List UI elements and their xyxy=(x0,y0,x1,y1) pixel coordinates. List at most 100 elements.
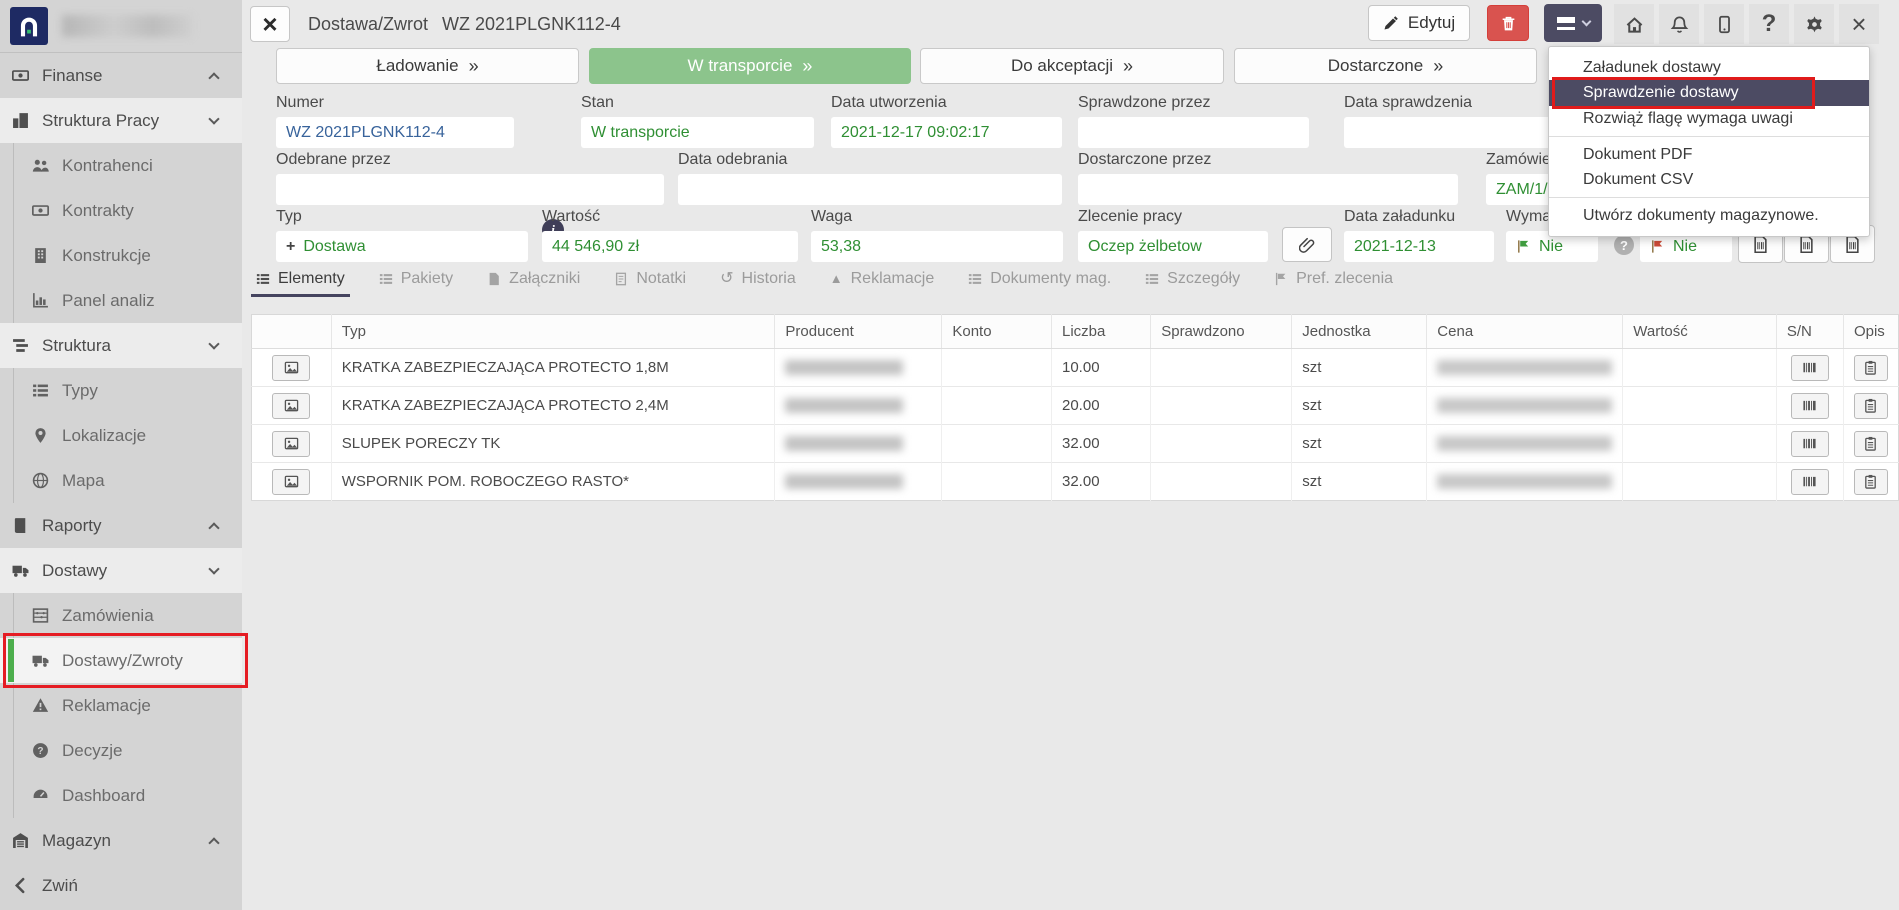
image-button[interactable] xyxy=(272,355,310,381)
menu-item-utworz-dokumenty[interactable]: Utwórz dokumenty magazynowe. xyxy=(1549,203,1869,228)
sidebar-item-zamowienia[interactable]: Zamówienia xyxy=(0,593,242,638)
sidebar-item-struktura[interactable]: Struktura xyxy=(0,323,242,368)
description-button[interactable] xyxy=(1854,355,1888,381)
numer-input[interactable]: WZ 2021PLGNK112-4 xyxy=(276,117,514,148)
tab-historia[interactable]: ↺Historia xyxy=(715,264,801,297)
sidebar-item-label: Dostawy xyxy=(42,561,107,581)
double-arrow-icon: » xyxy=(469,56,479,77)
list-icon xyxy=(32,382,49,399)
tab-elementy[interactable]: Elementy xyxy=(251,264,350,297)
sidebar-item-typy[interactable]: Typy xyxy=(0,368,242,413)
edit-button[interactable]: Edytuj xyxy=(1368,5,1470,41)
sprawdzone-przez-input[interactable] xyxy=(1078,117,1309,148)
field-label: Numer xyxy=(276,94,514,112)
typ-input[interactable]: +Dostawa xyxy=(276,231,528,262)
notifications-button[interactable] xyxy=(1659,4,1699,44)
menu-item-dokument-csv[interactable]: Dokument CSV xyxy=(1549,167,1869,192)
phone-icon xyxy=(1715,15,1734,34)
sidebar-item-label: Struktura Pracy xyxy=(42,111,159,131)
workflow-step-do-akceptacji[interactable]: Do akceptacji» xyxy=(920,48,1224,84)
menu-item-sprawdzenie-dostawy[interactable]: Sprawdzenie dostawy xyxy=(1549,80,1869,106)
data-zaladunku-input[interactable]: 2021-12-13 xyxy=(1344,231,1494,262)
home-button[interactable] xyxy=(1614,4,1654,44)
description-button[interactable] xyxy=(1854,393,1888,419)
sidebar-item-reklamacje[interactable]: Reklamacje xyxy=(0,683,242,728)
window-close-button[interactable]: × xyxy=(1839,4,1879,44)
menu-item-rozwiaz-flage[interactable]: Rozwiąż flagę wymaga uwagi xyxy=(1549,106,1869,131)
table-row[interactable]: SLUPEK PORECZY TK 32.00 szt xyxy=(252,425,1899,463)
description-button[interactable] xyxy=(1854,469,1888,495)
sidebar-item-zwin[interactable]: Zwiń xyxy=(0,863,242,908)
sidebar-item-mapa[interactable]: Mapa xyxy=(0,458,242,503)
serial-number-button[interactable] xyxy=(1791,431,1829,457)
record-number: WZ 2021PLGNK112-4 xyxy=(442,14,621,34)
sidebar-item-lokalizacje[interactable]: Lokalizacje xyxy=(0,413,242,458)
help-button[interactable]: ? xyxy=(1749,4,1789,44)
data-sprawdzenia-input[interactable] xyxy=(1344,117,1574,148)
zlecenie-pracy-input[interactable]: Oczep żelbetow xyxy=(1078,231,1268,262)
image-button[interactable] xyxy=(272,431,310,457)
image-button[interactable] xyxy=(272,393,310,419)
sidebar-item-label: Konstrukcje xyxy=(62,246,151,266)
data-odebrania-input[interactable] xyxy=(678,174,1062,205)
tab-dokumenty-mag[interactable]: Dokumenty mag. xyxy=(963,264,1116,297)
sidebar-item-label: Dashboard xyxy=(62,786,145,806)
detail-tabs: Elementy Pakiety Załączniki Notatki ↺His… xyxy=(251,264,1889,300)
sidebar-item-decyzje[interactable]: Decyzje xyxy=(0,728,242,773)
sidebar-item-dashboard[interactable]: Dashboard xyxy=(0,773,242,818)
sidebar-item-kontrahenci[interactable]: Kontrahenci xyxy=(0,143,242,188)
odebrane-przez-input[interactable] xyxy=(276,174,664,205)
redacted-price xyxy=(1437,474,1612,489)
sidebar-item-panel-analiz[interactable]: Panel analiz xyxy=(0,278,242,323)
table-row[interactable]: KRATKA ZABEZPIECZAJĄCA PROTECTO 2,4M 20.… xyxy=(252,387,1899,425)
serial-number-button[interactable] xyxy=(1791,469,1829,495)
field-label: Zlecenie pracy xyxy=(1078,208,1268,226)
sidebar-item-kontrakty[interactable]: Kontrakty xyxy=(0,188,242,233)
sidebar-item-struktura-pracy[interactable]: Struktura Pracy xyxy=(0,98,242,143)
image-button[interactable] xyxy=(272,469,310,495)
serial-number-button[interactable] xyxy=(1791,393,1829,419)
settings-button[interactable] xyxy=(1794,4,1834,44)
delete-button[interactable] xyxy=(1487,5,1529,41)
sidebar-item-dostawy-zwroty[interactable]: Dostawy/Zwroty xyxy=(0,638,242,683)
tab-zalaczniki[interactable]: Załączniki xyxy=(482,264,585,297)
description-button[interactable] xyxy=(1854,431,1888,457)
users-icon xyxy=(32,157,49,174)
menu-item-dokument-pdf[interactable]: Dokument PDF xyxy=(1549,142,1869,167)
workflow-step-ladowanie[interactable]: Ładowanie» xyxy=(276,48,579,84)
sidebar-item-finanse[interactable]: Finanse xyxy=(0,53,242,98)
workflow-step-w-transporcie[interactable]: W transporcie» xyxy=(589,48,911,84)
actions-menu-button[interactable] xyxy=(1544,4,1602,42)
active-indicator-bar xyxy=(8,639,14,682)
tab-reklamacje[interactable]: ▲Reklamacje xyxy=(825,264,939,297)
table-row[interactable]: WSPORNIK POM. ROBOCZEGO RASTO* 32.00 szt xyxy=(252,463,1899,501)
table-row[interactable]: KRATKA ZABEZPIECZAJĄCA PROTECTO 1,8M 10.… xyxy=(252,349,1899,387)
sidebar-item-konstrukcje[interactable]: Konstrukcje xyxy=(0,233,242,278)
dostarczone-przez-input[interactable] xyxy=(1078,174,1458,205)
sidebar-item-raporty[interactable]: Raporty xyxy=(0,503,242,548)
col-liczba: Liczba xyxy=(1052,315,1151,349)
mobile-button[interactable] xyxy=(1704,4,1744,44)
wartosc-input[interactable]: 44 546,90 zł xyxy=(542,231,798,262)
menu-item-zaladunek-dostawy[interactable]: Załadunek dostawy xyxy=(1549,55,1869,80)
cell-konto xyxy=(942,349,1052,387)
col-jednostka: Jednostka xyxy=(1292,315,1427,349)
sidebar-item-magazyn[interactable]: Magazyn xyxy=(0,818,242,863)
waga-input[interactable]: 53,38 xyxy=(811,231,1063,262)
attachment-button[interactable] xyxy=(1282,227,1332,262)
tab-szczegoly[interactable]: Szczegóły xyxy=(1140,264,1245,297)
tab-notatki[interactable]: Notatki xyxy=(609,264,691,297)
field-help-icon[interactable]: ? xyxy=(1614,235,1634,255)
field-waga: Waga 53,38 xyxy=(811,208,1063,262)
app-logo[interactable] xyxy=(10,7,48,45)
tab-pref-zlecenia[interactable]: Pref. zlecenia xyxy=(1269,264,1398,297)
cell-liczba: 32.00 xyxy=(1052,463,1151,501)
tab-pakiety[interactable]: Pakiety xyxy=(374,264,458,297)
data-utworzenia-input[interactable]: 2021-12-17 09:02:17 xyxy=(831,117,1062,148)
history-icon: ↺ xyxy=(720,272,733,286)
serial-number-button[interactable] xyxy=(1791,355,1829,381)
workflow-step-dostarczone[interactable]: Dostarczone» xyxy=(1234,48,1537,84)
stan-input[interactable]: W transporcie xyxy=(581,117,814,148)
close-record-button[interactable]: × xyxy=(250,6,290,42)
sidebar-item-dostawy[interactable]: Dostawy xyxy=(0,548,242,593)
